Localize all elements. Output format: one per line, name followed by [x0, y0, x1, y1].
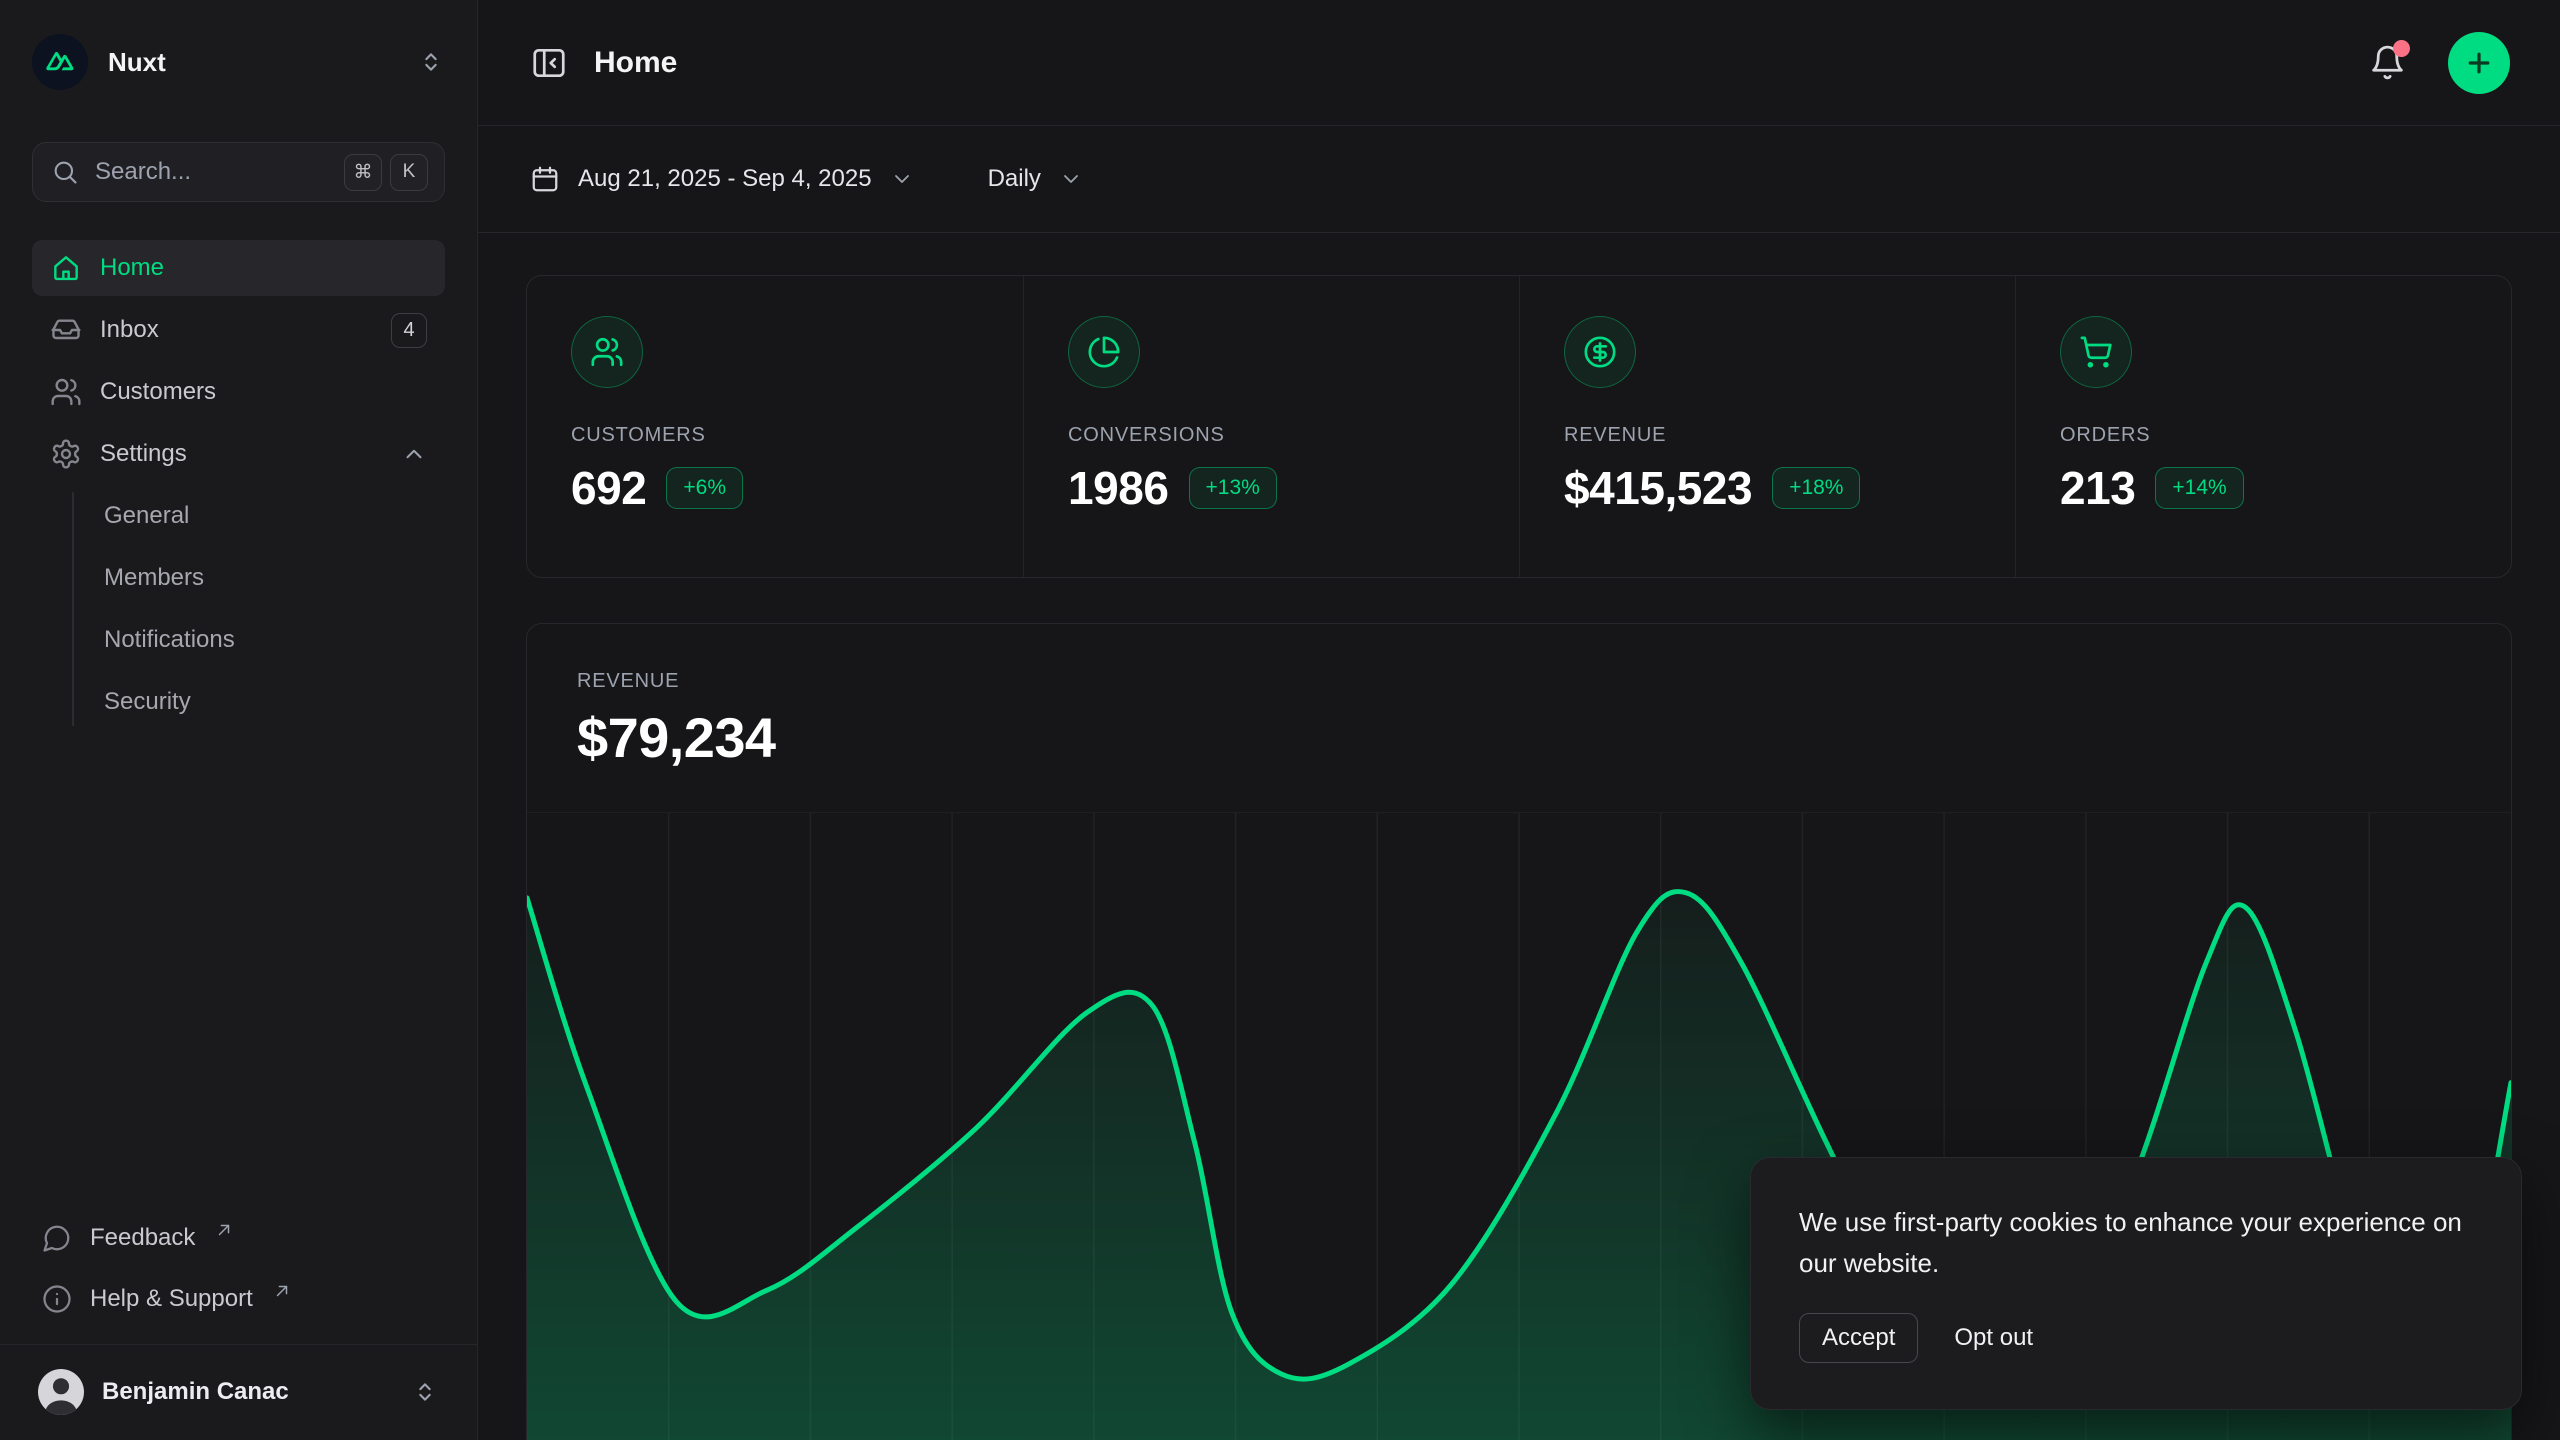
user-name: Benjamin Canac	[102, 1378, 289, 1406]
sidebar-item-label: Settings	[100, 440, 187, 468]
stat-label: CONVERSIONS	[1068, 424, 1475, 447]
period-label: Daily	[988, 165, 1041, 193]
stat-delta-badge: +18%	[1772, 467, 1860, 509]
main-area: Home Aug 21, 2025 - Sep 4, 2025 Daily	[478, 0, 2560, 1440]
user-menu[interactable]: Benjamin Canac	[32, 1360, 445, 1424]
chat-bubble-icon	[42, 1223, 72, 1253]
app-name: Nuxt	[108, 47, 166, 78]
external-link-icon	[215, 1221, 233, 1239]
stat-delta-badge: +13%	[1189, 467, 1277, 509]
users-icon	[571, 316, 643, 388]
sidebar-item-inbox[interactable]: Inbox 4	[32, 302, 445, 358]
nuxt-logo-icon	[32, 34, 88, 90]
sidebar: Nuxt Search... ⌘ K Home Inbox 4	[0, 0, 478, 1440]
workspace-switcher[interactable]: Nuxt	[32, 30, 445, 94]
stat-card-orders[interactable]: ORDERS 213 +14%	[2015, 276, 2511, 577]
external-link-icon	[273, 1282, 291, 1300]
stat-card-revenue[interactable]: REVENUE $415,523 +18%	[1519, 276, 2015, 577]
users-icon	[50, 376, 82, 408]
stat-delta-badge: +6%	[666, 467, 743, 509]
search-input[interactable]: Search... ⌘ K	[32, 142, 445, 202]
kbd-cmd: ⌘	[344, 154, 382, 191]
feedback-label: Feedback	[90, 1224, 195, 1252]
cookie-banner: We use first-party cookies to enhance yo…	[1750, 1157, 2522, 1410]
stat-value: 1986	[1068, 461, 1169, 515]
chevron-down-icon	[890, 167, 914, 191]
dollar-circle-icon	[1564, 316, 1636, 388]
collapse-sidebar-icon[interactable]	[530, 44, 568, 82]
sidebar-item-members[interactable]: Members	[32, 550, 445, 606]
add-button[interactable]	[2448, 32, 2510, 94]
sidebar-item-home[interactable]: Home	[32, 240, 445, 296]
chevron-up-icon	[401, 441, 427, 467]
filters-toolbar: Aug 21, 2025 - Sep 4, 2025 Daily	[478, 126, 2560, 233]
sidebar-item-label: Inbox	[100, 316, 159, 344]
help-support-label: Help & Support	[90, 1285, 253, 1313]
page-header: Home	[478, 0, 2560, 126]
feedback-link[interactable]: Feedback	[32, 1210, 445, 1266]
stat-label: ORDERS	[2060, 424, 2467, 447]
cookie-message: We use first-party cookies to enhance yo…	[1799, 1202, 2473, 1283]
stat-value: $415,523	[1564, 461, 1752, 515]
accept-cookies-button[interactable]: Accept	[1799, 1313, 1918, 1363]
stat-delta-badge: +14%	[2155, 467, 2243, 509]
kbd-k: K	[390, 154, 428, 191]
sidebar-divider	[0, 1344, 477, 1345]
sidebar-item-notifications[interactable]: Notifications	[32, 612, 445, 668]
stat-label: CUSTOMERS	[571, 424, 979, 447]
chevron-down-icon	[1059, 167, 1083, 191]
stat-value: 692	[571, 461, 646, 515]
sidebar-item-general[interactable]: General	[32, 488, 445, 544]
header-actions	[2369, 32, 2510, 94]
sidebar-item-label: Customers	[100, 378, 216, 406]
gear-icon	[50, 438, 82, 470]
stat-card-customers[interactable]: CUSTOMERS 692 +6%	[527, 276, 1023, 577]
inbox-icon	[50, 314, 82, 346]
stat-value: 213	[2060, 461, 2135, 515]
search-shortcut: ⌘ K	[344, 154, 428, 191]
date-range-picker[interactable]: Aug 21, 2025 - Sep 4, 2025	[530, 164, 914, 194]
cart-icon	[2060, 316, 2132, 388]
stat-label: REVENUE	[1564, 424, 1971, 447]
period-select[interactable]: Daily	[988, 165, 1083, 193]
sidebar-item-settings[interactable]: Settings	[32, 426, 445, 482]
stat-card-conversions[interactable]: CONVERSIONS 1986 +13%	[1023, 276, 1519, 577]
calendar-icon	[530, 164, 560, 194]
search-icon	[51, 158, 79, 186]
date-range-label: Aug 21, 2025 - Sep 4, 2025	[578, 165, 872, 193]
revenue-chart-value: $79,234	[577, 705, 2461, 770]
sidebar-item-label: Home	[100, 254, 164, 282]
sidebar-item-security[interactable]: Security	[32, 674, 445, 730]
home-icon	[50, 252, 82, 284]
notification-dot	[2393, 40, 2410, 57]
settings-sub-list: General Members Notifications Security	[32, 488, 445, 730]
chevron-up-down-icon	[411, 1378, 439, 1406]
inbox-unread-badge: 4	[391, 313, 427, 348]
pie-chart-icon	[1068, 316, 1140, 388]
stats-cards: CUSTOMERS 692 +6% CONVERSIONS 1986 +13%	[526, 275, 2512, 578]
page-title: Home	[594, 46, 677, 80]
optout-cookies-button[interactable]: Opt out	[1954, 1324, 2033, 1352]
sidebar-item-customers[interactable]: Customers	[32, 364, 445, 420]
avatar	[38, 1369, 84, 1415]
notifications-button[interactable]	[2369, 44, 2406, 81]
help-support-link[interactable]: Help & Support	[32, 1271, 445, 1327]
sidebar-footer: Feedback Help & Support Benjamin Canac	[32, 1210, 445, 1424]
sidebar-nav: Home Inbox 4 Customers Settings Ge	[32, 240, 445, 730]
search-placeholder: Search...	[95, 158, 191, 186]
revenue-chart-label: REVENUE	[577, 670, 2461, 693]
chevron-up-down-icon	[417, 48, 445, 76]
info-circle-icon	[42, 1284, 72, 1314]
